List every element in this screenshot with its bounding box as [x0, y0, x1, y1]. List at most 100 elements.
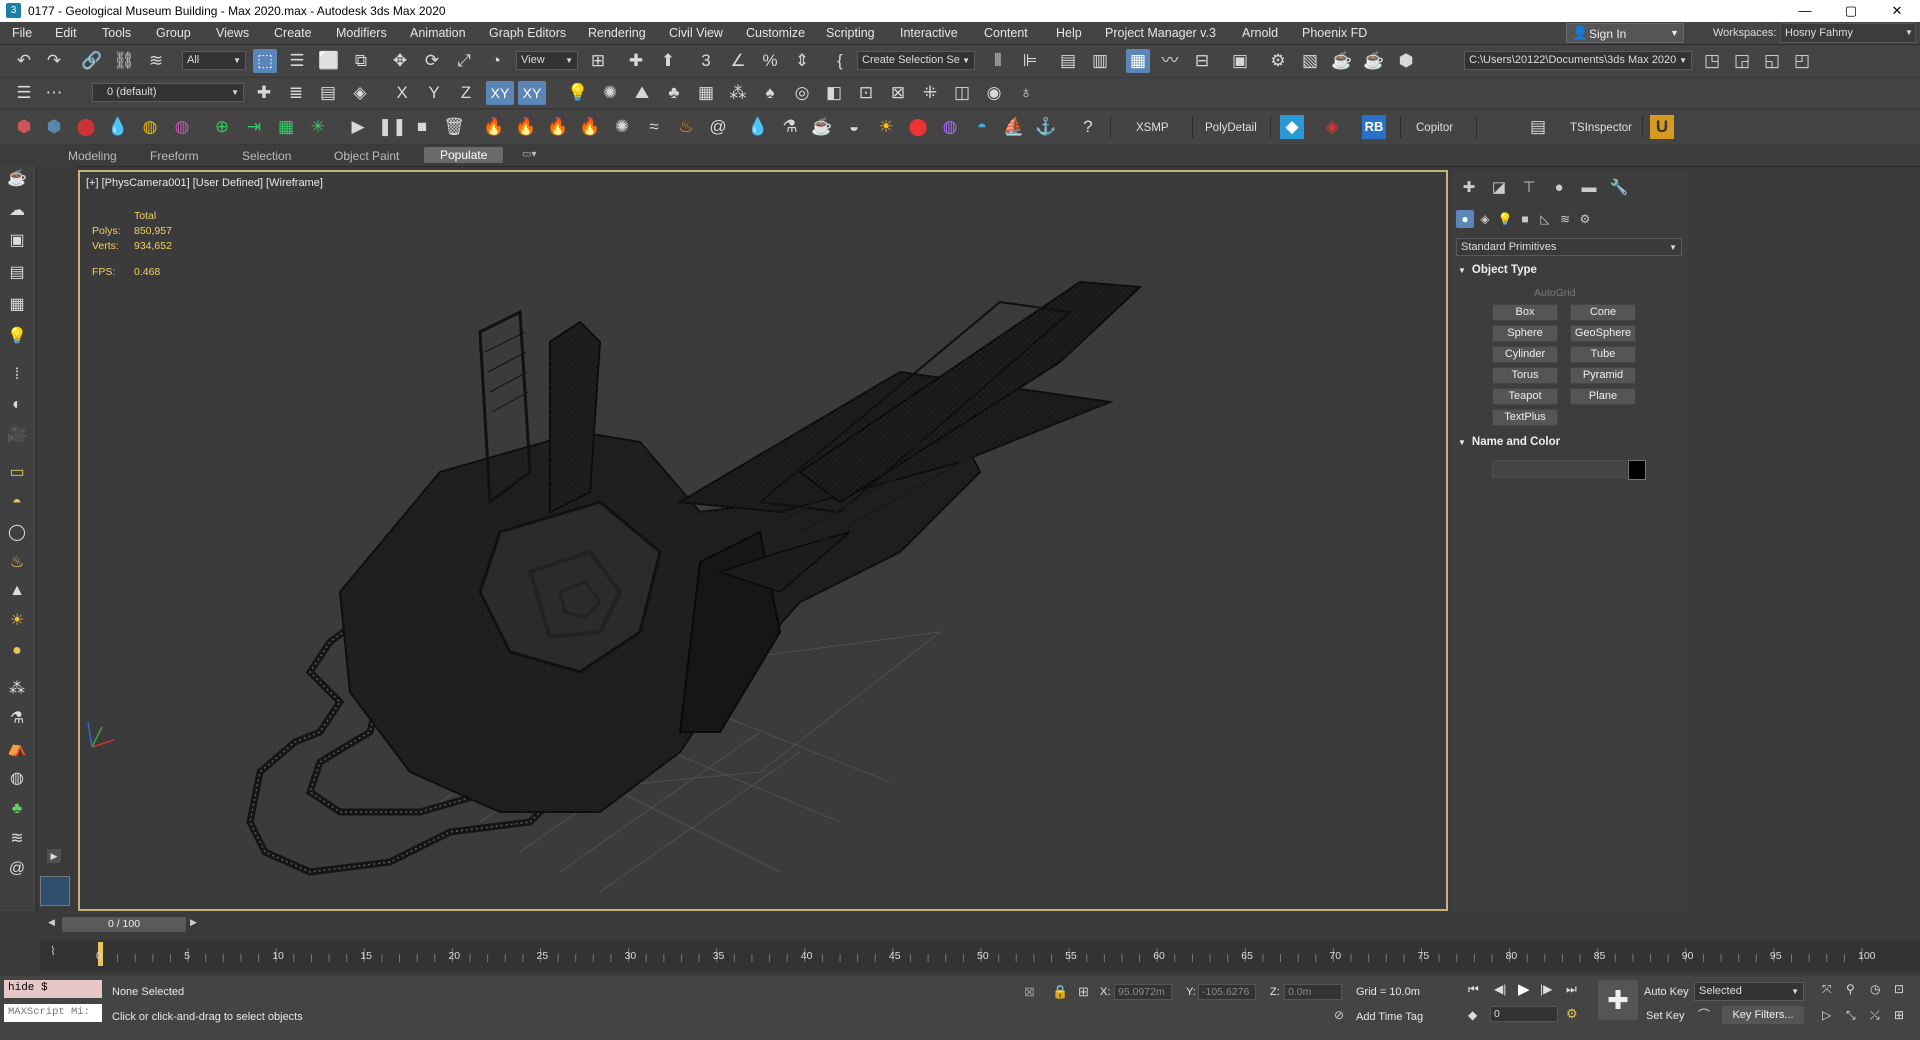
systems-icon[interactable]: ⚙ — [1576, 210, 1594, 228]
document-icon[interactable]: ▤ — [6, 262, 28, 284]
x-coordinate-field[interactable]: 95.0972m — [1114, 984, 1172, 1000]
tree-icon[interactable]: ♣ — [662, 81, 686, 105]
set-key-icon[interactable]: ✚ — [1598, 980, 1638, 1020]
pivot-center-icon[interactable]: ⊞ — [586, 49, 610, 73]
fire-icon[interactable]: 🔥 — [482, 115, 506, 139]
undo-icon[interactable]: ↶ — [12, 49, 36, 73]
menu-graph-editors[interactable]: Graph Editors — [489, 26, 566, 40]
window-crossing-icon[interactable]: ⧉ — [349, 49, 373, 73]
cloud-icon[interactable]: ☁ — [6, 200, 28, 222]
teapot-icon[interactable]: ☕ — [6, 168, 28, 190]
disc-icon[interactable]: ● — [6, 640, 28, 662]
bind-space-warp-icon[interactable]: ≋ — [144, 49, 168, 73]
keyboard-shortcut-override-icon[interactable]: ⬆ — [656, 49, 680, 73]
axis-z-button[interactable]: Z — [454, 81, 478, 105]
forest-icon[interactable]: ♠ — [758, 81, 782, 105]
daylight-icon[interactable]: ⛰ — [630, 81, 654, 105]
box-icon[interactable]: ▭ — [6, 462, 28, 484]
material-editor-icon[interactable]: ▣ — [1228, 49, 1252, 73]
placement-icon[interactable]: ◔ — [484, 49, 508, 73]
ocean-icon[interactable]: ⛵ — [1002, 115, 1026, 139]
pyramid-button[interactable]: Pyramid — [1570, 367, 1636, 384]
frame-icon[interactable]: ⊡ — [854, 81, 878, 105]
cone-button[interactable]: Cone — [1570, 304, 1636, 321]
minimize-button[interactable]: — — [1782, 0, 1828, 22]
tube-button[interactable]: Tube — [1570, 346, 1636, 363]
dome-icon[interactable]: ◓ — [6, 492, 28, 514]
layer-explorer-icon[interactable]: ▥ — [1088, 49, 1112, 73]
zoom-extents-icon[interactable]: ⤧ — [1822, 982, 1832, 997]
green-sphere-icon[interactable]: ⊕ — [210, 115, 234, 139]
render-region-icon[interactable]: ⊠ — [886, 81, 910, 105]
play-icon[interactable]: ▶ — [346, 115, 370, 139]
current-frame-field[interactable]: 0 — [1490, 1006, 1558, 1022]
close-button[interactable]: ✕ — [1874, 0, 1920, 22]
box-blue-icon[interactable]: ⬢ — [42, 115, 66, 139]
key-filters-button[interactable]: Key Filters... — [1722, 1006, 1804, 1024]
workspace-dropdown[interactable]: Hosny Fahmy ▼ — [1780, 23, 1916, 43]
tab-modeling[interactable]: Modeling — [68, 149, 117, 163]
frame-counter[interactable]: 0 / 100 — [62, 917, 186, 932]
hierarchy-tab-icon[interactable]: ⊤ — [1518, 178, 1540, 198]
key-mode-icon[interactable]: ◆ — [1468, 1008, 1477, 1022]
menu-customize[interactable]: Customize — [746, 26, 805, 40]
angle-snap-icon[interactable]: ∠ — [726, 49, 750, 73]
geosphere-button[interactable]: GeoSphere — [1570, 325, 1636, 342]
sphere-button[interactable]: Sphere — [1492, 325, 1558, 342]
previous-frame-icon[interactable]: ◀| — [1494, 982, 1506, 996]
z-coordinate-field[interactable]: 0.0m — [1284, 984, 1342, 1000]
light-icon[interactable]: 💡 — [566, 81, 590, 105]
trash-icon[interactable]: 🗑 — [442, 115, 466, 139]
plugin-cube-icon[interactable]: ◆ — [1280, 115, 1304, 139]
select-in-layer-icon[interactable]: ▤ — [316, 81, 340, 105]
plane-button[interactable]: Plane — [1570, 388, 1636, 405]
object-name-field[interactable] — [1492, 460, 1626, 478]
sun-icon[interactable]: ✺ — [598, 81, 622, 105]
ut-icon[interactable]: U — [1650, 115, 1674, 139]
light-bulb-icon[interactable]: 💡 — [6, 326, 28, 348]
tab-selection[interactable]: Selection — [242, 149, 291, 163]
time-config-icon[interactable]: ⚙ — [1566, 1006, 1578, 1022]
tab-object-paint[interactable]: Object Paint — [334, 149, 399, 163]
orbit-icon[interactable]: ◐ — [6, 394, 28, 416]
rb-button[interactable]: RB — [1362, 115, 1386, 139]
axis-xy-cycle-button[interactable]: XY — [518, 81, 546, 105]
green-grid-icon[interactable]: ▦ — [274, 115, 298, 139]
ribbon-options-icon[interactable]: ▭▾ — [522, 149, 536, 160]
time-slider[interactable]: ◀ 0 / 100 ▶ — [40, 915, 1920, 935]
tripod-icon[interactable]: ⛺ — [6, 738, 28, 760]
key-tangent-icon[interactable]: ⌒ — [1698, 1006, 1710, 1023]
plugin-diamond-icon[interactable]: ◈ — [1320, 115, 1344, 139]
flame-icon[interactable]: ♨ — [674, 115, 698, 139]
create-layer-icon[interactable]: ✚ — [252, 81, 276, 105]
pink-circle-icon[interactable]: ◍ — [170, 115, 194, 139]
maxscript-listener-field[interactable]: hide $ — [4, 980, 102, 998]
scene-explorer-icon[interactable]: ▤ — [1056, 49, 1080, 73]
object-type-rollout[interactable]: ▼ Object Type — [1458, 264, 1680, 280]
go-to-end-icon[interactable]: ⏭ — [1566, 982, 1577, 997]
pan-icon[interactable]: ▷ — [1822, 1008, 1831, 1022]
fire-source-icon[interactable]: ✺ — [610, 115, 634, 139]
maximize-button[interactable]: ▢ — [1828, 0, 1874, 22]
scatter-tool-icon[interactable]: ⁂ — [6, 678, 28, 700]
create-tab-icon[interactable]: ✚ — [1458, 178, 1480, 198]
display-tab-icon[interactable]: ▬ — [1578, 178, 1600, 198]
table-icon[interactable]: ▦ — [694, 81, 718, 105]
redo-icon[interactable]: ↷ — [42, 49, 66, 73]
time-tag-icon[interactable]: ⊘ — [1334, 1008, 1344, 1022]
walk-through-icon[interactable]: ⤯ — [1870, 1008, 1880, 1023]
table-icon[interactable]: ▦ — [6, 294, 28, 316]
yellow-circle-icon[interactable]: ◍ — [138, 115, 162, 139]
align-icon[interactable]: ⊫ — [1018, 49, 1042, 73]
zoom-all-icon[interactable]: ⊡ — [1894, 982, 1904, 996]
sphere-icon[interactable]: ◯ — [6, 522, 28, 544]
pipe-icon[interactable]: ⚗ — [6, 708, 28, 730]
menu-create[interactable]: Create — [274, 26, 312, 40]
render-iterative-icon[interactable]: ☕ — [1362, 49, 1386, 73]
field-of-view-icon[interactable]: ⤡ — [1846, 1008, 1856, 1023]
snapshot-icon[interactable]: ◫ — [950, 81, 974, 105]
camera-icon[interactable]: 🎥 — [6, 424, 28, 446]
cup-icon[interactable]: ☕ — [810, 115, 834, 139]
y-coordinate-field[interactable]: -105.6276 — [1198, 984, 1256, 1000]
expand-arrow-icon[interactable]: ▶ — [47, 849, 61, 863]
